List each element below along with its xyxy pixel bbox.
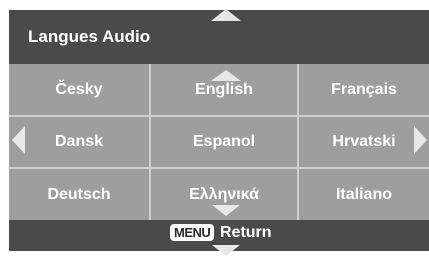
grid-divider bbox=[9, 167, 429, 169]
page-right-icon[interactable] bbox=[414, 126, 427, 154]
language-option[interactable]: Italiano bbox=[299, 169, 429, 220]
language-label: Hrvatski bbox=[332, 133, 396, 150]
list-down-icon[interactable] bbox=[212, 205, 240, 216]
language-label: English bbox=[195, 80, 253, 98]
language-option[interactable]: Česky bbox=[9, 64, 149, 115]
grid-divider bbox=[9, 115, 429, 117]
grid-divider bbox=[149, 64, 151, 220]
language-label: Ελληνικά bbox=[189, 185, 259, 203]
language-label: Dansk bbox=[54, 133, 104, 150]
page-title: Langues Audio bbox=[28, 27, 151, 46]
language-label: Deutsch bbox=[47, 185, 111, 203]
language-label: Français bbox=[331, 80, 397, 98]
list-up-icon[interactable] bbox=[211, 70, 241, 81]
language-grid: Česky English Français Dansk Espanol Hrv… bbox=[9, 64, 429, 220]
scroll-up-icon[interactable] bbox=[211, 9, 241, 21]
language-option[interactable]: Espanol bbox=[151, 117, 297, 167]
language-label: Česky bbox=[55, 80, 103, 98]
menu-header: Langues Audio bbox=[9, 9, 429, 64]
page-left-icon[interactable] bbox=[12, 126, 25, 154]
audio-language-menu: Langues Audio Česky English Français Dan… bbox=[9, 9, 429, 256]
menu-footer: MENU Return bbox=[9, 220, 429, 256]
menu-key-icon[interactable]: MENU bbox=[170, 224, 215, 241]
grid-divider bbox=[297, 64, 299, 220]
language-option[interactable]: Deutsch bbox=[9, 169, 149, 220]
language-option[interactable]: Dansk bbox=[9, 117, 149, 167]
language-label: Espanol bbox=[192, 133, 256, 150]
language-option[interactable]: Français bbox=[299, 64, 429, 115]
language-option[interactable]: Hrvatski bbox=[299, 117, 429, 167]
return-label[interactable]: Return bbox=[220, 224, 272, 242]
language-label: Italiano bbox=[335, 185, 392, 203]
